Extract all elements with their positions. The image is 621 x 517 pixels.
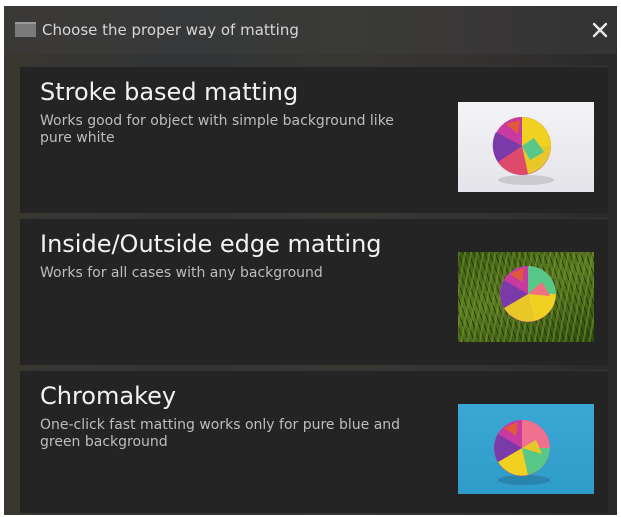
option-description: Works good for object with simple backgr… xyxy=(40,113,394,146)
option-description: One-click fast matting works only for pu… xyxy=(40,417,401,450)
dialog-title: Choose the proper way of matting xyxy=(42,21,299,39)
option-title: Stroke based matting xyxy=(40,78,299,106)
option-thumbnail xyxy=(458,404,594,494)
close-icon xyxy=(592,22,608,38)
option-inside-outside-edge-matting[interactable]: Inside/Outside edge matting Works for al… xyxy=(20,218,608,365)
yarn-ball-image xyxy=(500,266,556,322)
option-description: Works for all cases with any background xyxy=(40,265,323,281)
option-thumbnail xyxy=(458,102,594,192)
matting-dialog: Choose the proper way of matting Stroke … xyxy=(4,6,617,515)
title-bar: Choose the proper way of matting xyxy=(4,6,617,54)
option-title: Inside/Outside edge matting xyxy=(40,230,382,258)
yarn-ball-image xyxy=(494,420,550,485)
option-stroke-based-matting[interactable]: Stroke based matting Works good for obje… xyxy=(20,66,608,213)
option-thumbnail xyxy=(458,252,594,342)
close-button[interactable] xyxy=(586,16,614,44)
option-chromakey[interactable]: Chromakey One-click fast matting works o… xyxy=(20,370,608,513)
yarn-ball-image xyxy=(492,117,554,185)
option-title: Chromakey xyxy=(40,382,177,410)
window-icon xyxy=(15,22,36,37)
